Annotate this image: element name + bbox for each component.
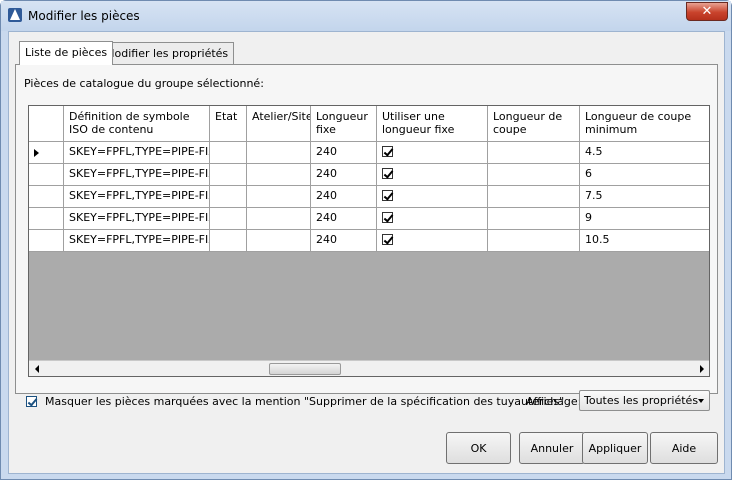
dialog-body: Liste de pièces Modifier les propriétés …	[8, 31, 725, 474]
table-row[interactable]: SKEY=FPFL,TYPE=PIPE-FIXED 240 4.5	[29, 142, 709, 164]
hide-parts-checkbox[interactable]	[26, 396, 37, 407]
apply-button[interactable]: Appliquer	[582, 432, 648, 464]
row-selector[interactable]	[29, 208, 64, 229]
use-fixed-checkbox[interactable]	[382, 190, 393, 201]
cell-iso[interactable]: SKEY=FPFL,TYPE=PIPE-FIXED	[64, 164, 210, 185]
cell-etat[interactable]	[210, 186, 247, 207]
cell-longueur-fixe[interactable]: 240	[311, 164, 377, 185]
column-header-atelier[interactable]: Atelier/Site	[247, 106, 311, 141]
column-header-etat[interactable]: Etat	[210, 106, 247, 141]
use-fixed-checkbox[interactable]	[382, 168, 393, 179]
column-header-use-fixed[interactable]: Utiliser une longueur fixe	[377, 106, 488, 141]
table-row[interactable]: SKEY=FPFL,TYPE=PIPE-FIXED 240 9	[29, 208, 709, 230]
cell-longueur-fixe[interactable]: 240	[311, 230, 377, 251]
cell-use-fixed[interactable]	[377, 230, 488, 251]
row-selector[interactable]	[29, 164, 64, 185]
cell-etat[interactable]	[210, 142, 247, 163]
table-row[interactable]: SKEY=FPFL,TYPE=PIPE-FIXED 240 10.5	[29, 230, 709, 252]
cell-longueur-fixe[interactable]: 240	[311, 186, 377, 207]
cell-longueur-coupe[interactable]	[488, 164, 580, 185]
cell-longueur-fixe[interactable]: 240	[311, 208, 377, 229]
cell-longueur-coupe[interactable]	[488, 208, 580, 229]
view-label: Affichage:	[526, 395, 582, 408]
cell-use-fixed[interactable]	[377, 208, 488, 229]
cell-etat[interactable]	[210, 208, 247, 229]
tab-panel: Pièces de catalogue du groupe sélectionn…	[15, 64, 718, 394]
cell-coupe-min[interactable]: 10.5	[580, 230, 709, 251]
dialog-window: Modifier les pièces ✕ Liste de pièces Mo…	[0, 0, 732, 480]
ok-button[interactable]: OK	[446, 432, 511, 464]
parts-grid: Définition de symbole ISO de contenu Eta…	[28, 105, 710, 377]
view-dropdown-value: Toutes les propriétés	[584, 394, 699, 407]
cell-longueur-coupe[interactable]	[488, 186, 580, 207]
chevron-down-icon	[698, 399, 704, 403]
cell-iso[interactable]: SKEY=FPFL,TYPE=PIPE-FIXED	[64, 186, 210, 207]
row-selector[interactable]	[29, 186, 64, 207]
tab-edit-properties[interactable]: Modifier les propriétés	[99, 42, 235, 64]
scroll-thumb[interactable]	[269, 363, 341, 375]
cell-iso[interactable]: SKEY=FPFL,TYPE=PIPE-FIXED	[64, 208, 210, 229]
cell-use-fixed[interactable]	[377, 186, 488, 207]
tab-part-list[interactable]: Liste de pièces	[19, 41, 114, 65]
view-dropdown[interactable]: Toutes les propriétés	[579, 390, 710, 411]
cell-coupe-min[interactable]: 4.5	[580, 142, 709, 163]
cell-use-fixed[interactable]	[377, 164, 488, 185]
row-selector[interactable]	[29, 230, 64, 251]
row-selector[interactable]	[29, 142, 64, 163]
title-bar[interactable]: Modifier les pièces ✕	[1, 1, 731, 31]
current-row-arrow-icon	[34, 149, 39, 157]
cell-longueur-coupe[interactable]	[488, 142, 580, 163]
cell-use-fixed[interactable]	[377, 142, 488, 163]
table-row[interactable]: SKEY=FPFL,TYPE=PIPE-FIXED 240 6	[29, 164, 709, 186]
use-fixed-checkbox[interactable]	[382, 212, 393, 223]
cell-atelier[interactable]	[247, 186, 311, 207]
horizontal-scrollbar[interactable]	[29, 360, 709, 376]
scroll-left-arrow-icon[interactable]	[30, 362, 45, 376]
cell-coupe-min[interactable]: 6	[580, 164, 709, 185]
cell-longueur-coupe[interactable]	[488, 230, 580, 251]
cell-atelier[interactable]	[247, 142, 311, 163]
cell-coupe-min[interactable]: 9	[580, 208, 709, 229]
column-header-longueur-coupe[interactable]: Longueur de coupe	[488, 106, 580, 141]
close-icon: ✕	[701, 4, 713, 19]
column-header-longueur-fixe[interactable]: Longueur fixe	[311, 106, 377, 141]
header-row-selector	[29, 106, 64, 141]
cell-longueur-fixe[interactable]: 240	[311, 142, 377, 163]
table-row[interactable]: SKEY=FPFL,TYPE=PIPE-FIXED 240 7.5	[29, 186, 709, 208]
cell-iso[interactable]: SKEY=FPFL,TYPE=PIPE-FIXED	[64, 230, 210, 251]
hide-parts-label[interactable]: Masquer les pièces marquées avec la ment…	[45, 395, 564, 408]
column-header-iso[interactable]: Définition de symbole ISO de contenu	[64, 106, 210, 141]
cell-atelier[interactable]	[247, 208, 311, 229]
cancel-button[interactable]: Annuler	[519, 432, 585, 464]
cell-iso[interactable]: SKEY=FPFL,TYPE=PIPE-FIXED	[64, 142, 210, 163]
cell-atelier[interactable]	[247, 230, 311, 251]
cell-etat[interactable]	[210, 164, 247, 185]
column-header-coupe-min[interactable]: Longueur de coupe minimum	[580, 106, 709, 141]
use-fixed-checkbox[interactable]	[382, 234, 393, 245]
use-fixed-checkbox[interactable]	[382, 146, 393, 157]
close-button[interactable]: ✕	[686, 2, 728, 21]
grid-header: Définition de symbole ISO de contenu Eta…	[29, 106, 709, 142]
window-title: Modifier les pièces	[28, 9, 140, 23]
cell-atelier[interactable]	[247, 164, 311, 185]
panel-label: Pièces de catalogue du groupe sélectionn…	[24, 77, 264, 90]
scroll-right-arrow-icon[interactable]	[694, 362, 709, 376]
autocad-logo-icon	[8, 8, 22, 22]
cell-etat[interactable]	[210, 230, 247, 251]
cell-coupe-min[interactable]: 7.5	[580, 186, 709, 207]
help-button[interactable]: Aide	[650, 432, 718, 464]
